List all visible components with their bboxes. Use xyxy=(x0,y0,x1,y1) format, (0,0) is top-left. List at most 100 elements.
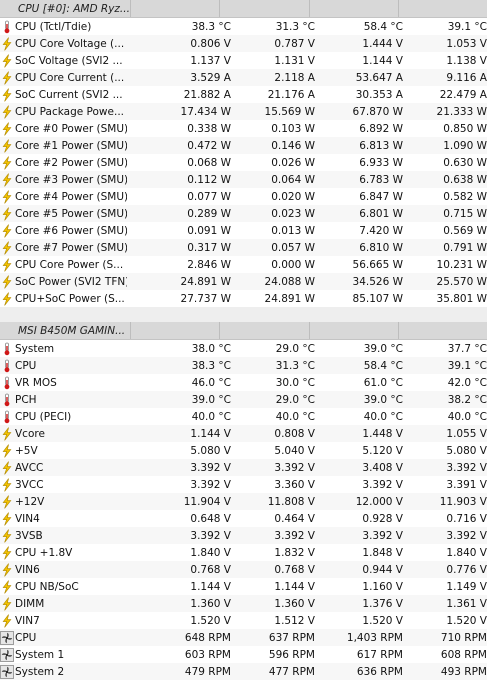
average-value: 3.391 V xyxy=(446,478,487,491)
sensor-row[interactable]: CPU Package Powe... 17.434 W 15.569 W 67.87… xyxy=(0,103,487,120)
sensor-label: Core #0 Power (SMU) xyxy=(15,122,127,135)
sensor-row[interactable]: Core #1 Power (SMU) 0.472 W 0.146 W 6.813 W… xyxy=(0,137,487,154)
sensor-row[interactable]: 3VSB 3.392 V 3.392 V 3.392 V 3.392 V xyxy=(0,527,487,544)
group-title: MSI B450M GAMIN... xyxy=(18,324,126,337)
sensor-row[interactable]: CPU+SoC Power (S... 27.737 W 24.891 W 85.10… xyxy=(0,290,487,307)
average-value: 39.1 °C xyxy=(447,359,487,372)
sensor-row[interactable]: Core #6 Power (SMU) 0.091 W 0.013 W 7.420 W… xyxy=(0,222,487,239)
current-value: 38.0 °C xyxy=(191,342,231,355)
maximum-value: 0.944 V xyxy=(362,563,403,576)
voltage-bolt-icon xyxy=(0,36,14,51)
minimum-value: 31.3 °C xyxy=(275,20,315,33)
fan-icon xyxy=(0,647,14,662)
minimum-value: 637 RPM xyxy=(268,631,315,644)
sensor-label: CPU Core Voltage (... xyxy=(15,37,125,50)
voltage-bolt-icon xyxy=(0,528,14,543)
minimum-value: 0.057 W xyxy=(271,241,315,254)
sensor-label: CPU (Tctl/Tdie) xyxy=(15,20,92,33)
sensor-row[interactable]: CPU (PECI) 40.0 °C 40.0 °C 40.0 °C 40.0 °C xyxy=(0,408,487,425)
sensor-row[interactable]: System 38.0 °C 29.0 °C 39.0 °C 37.7 °C xyxy=(0,340,487,357)
minimum-value: 29.0 °C xyxy=(275,393,315,406)
sensor-row[interactable]: VR MOS 46.0 °C 30.0 °C 61.0 °C 42.0 °C xyxy=(0,374,487,391)
sensor-label: Core #4 Power (SMU) xyxy=(15,190,127,203)
group-title: CPU [#0]: AMD Ryz... xyxy=(18,2,130,15)
current-value: 21.882 A xyxy=(183,88,231,101)
average-value: 11.903 V xyxy=(439,495,487,508)
fan-icon xyxy=(0,630,14,645)
voltage-bolt-icon xyxy=(0,511,14,526)
current-value: 17.434 W xyxy=(180,105,231,118)
maximum-value: 6.892 W xyxy=(359,122,403,135)
sensor-row[interactable]: +5V 5.080 V 5.040 V 5.120 V 5.080 V xyxy=(0,442,487,459)
average-value: 1.840 V xyxy=(446,546,487,559)
current-value: 3.392 V xyxy=(190,478,231,491)
maximum-value: 1.444 V xyxy=(362,37,403,50)
sensor-row[interactable]: +12V 11.904 V 11.808 V 12.000 V 11.903 V xyxy=(0,493,487,510)
minimum-value: 0.000 W xyxy=(271,258,315,271)
voltage-bolt-icon xyxy=(0,545,14,560)
current-value: 1.144 V xyxy=(190,427,231,440)
sensor-row[interactable]: CPU Core Voltage (... 0.806 V 0.787 V 1.444… xyxy=(0,35,487,52)
sensor-group-header[interactable]: MSI B450M GAMIN... xyxy=(0,322,487,340)
sensor-row[interactable]: System 1 603 RPM 596 RPM 617 RPM 608 RPM xyxy=(0,646,487,663)
sensor-group-header[interactable]: CPU [#0]: AMD Ryz... xyxy=(0,0,487,18)
sensor-label: 3VCC xyxy=(15,478,44,491)
average-value: 0.716 V xyxy=(446,512,487,525)
sensor-label: +5V xyxy=(15,444,38,457)
current-value: 1.144 V xyxy=(190,580,231,593)
sensor-row[interactable]: VIN7 1.520 V 1.512 V 1.520 V 1.520 V xyxy=(0,612,487,629)
group-header-cell xyxy=(308,0,398,17)
current-value: 0.068 W xyxy=(187,156,231,169)
sensor-row[interactable]: CPU NB/SoC 1.144 V 1.144 V 1.160 V 1.149 V xyxy=(0,578,487,595)
sensor-row[interactable]: VIN4 0.648 V 0.464 V 0.928 V 0.716 V xyxy=(0,510,487,527)
group-spacer xyxy=(0,307,487,322)
current-value: 0.472 W xyxy=(187,139,231,152)
sensor-row[interactable]: CPU 38.3 °C 31.3 °C 58.4 °C 39.1 °C xyxy=(0,357,487,374)
sensor-row[interactable]: Core #2 Power (SMU) 0.068 W 0.026 W 6.933 W… xyxy=(0,154,487,171)
sensor-row[interactable]: Vcore 1.144 V 0.808 V 1.448 V 1.055 V xyxy=(0,425,487,442)
sensor-row[interactable]: CPU +1.8V 1.840 V 1.832 V 1.848 V 1.840 V xyxy=(0,544,487,561)
sensor-row[interactable]: PCH 39.0 °C 29.0 °C 39.0 °C 38.2 °C xyxy=(0,391,487,408)
average-value: 3.392 V xyxy=(446,461,487,474)
sensor-row[interactable]: Core #4 Power (SMU) 0.077 W 0.020 W 6.847 W… xyxy=(0,188,487,205)
sensor-row[interactable]: Core #0 Power (SMU) 0.338 W 0.103 W 6.892 W… xyxy=(0,120,487,137)
average-value: 1.149 V xyxy=(446,580,487,593)
minimum-value: 5.040 V xyxy=(274,444,315,457)
sensor-row[interactable]: Core #7 Power (SMU) 0.317 W 0.057 W 6.810 W… xyxy=(0,239,487,256)
average-value: 9.116 A xyxy=(446,71,487,84)
maximum-value: 39.0 °C xyxy=(363,342,403,355)
sensor-row[interactable]: CPU Core Current (... 3.529 A 2.118 A 53.64… xyxy=(0,69,487,86)
sensor-row[interactable]: Core #3 Power (SMU) 0.112 W 0.064 W 6.783 W… xyxy=(0,171,487,188)
average-value: 21.333 W xyxy=(436,105,487,118)
sensor-label: Vcore xyxy=(15,427,45,440)
sensor-row[interactable]: Core #5 Power (SMU) 0.289 W 0.023 W 6.801 W… xyxy=(0,205,487,222)
voltage-bolt-icon xyxy=(0,477,14,492)
sensor-row[interactable]: CPU 648 RPM 637 RPM 1,403 RPM 710 RPM xyxy=(0,629,487,646)
current-value: 0.091 W xyxy=(187,224,231,237)
current-value: 1.137 V xyxy=(190,54,231,67)
sensor-row[interactable]: AVCC 3.392 V 3.392 V 3.408 V 3.392 V xyxy=(0,459,487,476)
maximum-value: 6.933 W xyxy=(359,156,403,169)
average-value: 0.582 W xyxy=(443,190,487,203)
sensor-row[interactable]: System 2 479 RPM 477 RPM 636 RPM 493 RPM xyxy=(0,663,487,680)
current-value: 1.520 V xyxy=(190,614,231,627)
current-value: 39.0 °C xyxy=(191,393,231,406)
sensor-row[interactable]: CPU Core Power (S... 2.846 W 0.000 W 56.665… xyxy=(0,256,487,273)
sensor-row[interactable]: DIMM 1.360 V 1.360 V 1.376 V 1.361 V xyxy=(0,595,487,612)
maximum-value: 1.448 V xyxy=(362,427,403,440)
sensor-row[interactable]: SoC Power (SVI2 TFN) 24.891 W 24.088 W 34.5… xyxy=(0,273,487,290)
sensor-row[interactable]: 3VCC 3.392 V 3.360 V 3.392 V 3.391 V xyxy=(0,476,487,493)
sensor-panel: CPU [#0]: AMD Ryz... CPU (Tctl/Tdie) 38.3 … xyxy=(0,0,487,680)
sensor-row[interactable]: VIN6 0.768 V 0.768 V 0.944 V 0.776 V xyxy=(0,561,487,578)
sensor-row[interactable]: CPU (Tctl/Tdie) 38.3 °C 31.3 °C 58.4 °C 39.1… xyxy=(0,18,487,35)
maximum-value: 7.420 W xyxy=(359,224,403,237)
voltage-bolt-icon xyxy=(0,460,14,475)
minimum-value: 24.891 W xyxy=(264,292,315,305)
sensor-row[interactable]: SoC Voltage (SVI2 ... 1.137 V 1.131 V 1.144… xyxy=(0,52,487,69)
current-value: 0.289 W xyxy=(187,207,231,220)
sensor-row[interactable]: SoC Current (SVI2 ... 21.882 A 21.176 A 30.… xyxy=(0,86,487,103)
minimum-value: 3.360 V xyxy=(274,478,315,491)
sensor-label: Core #7 Power (SMU) xyxy=(15,241,127,254)
current-value: 0.317 W xyxy=(187,241,231,254)
maximum-value: 40.0 °C xyxy=(363,410,403,423)
